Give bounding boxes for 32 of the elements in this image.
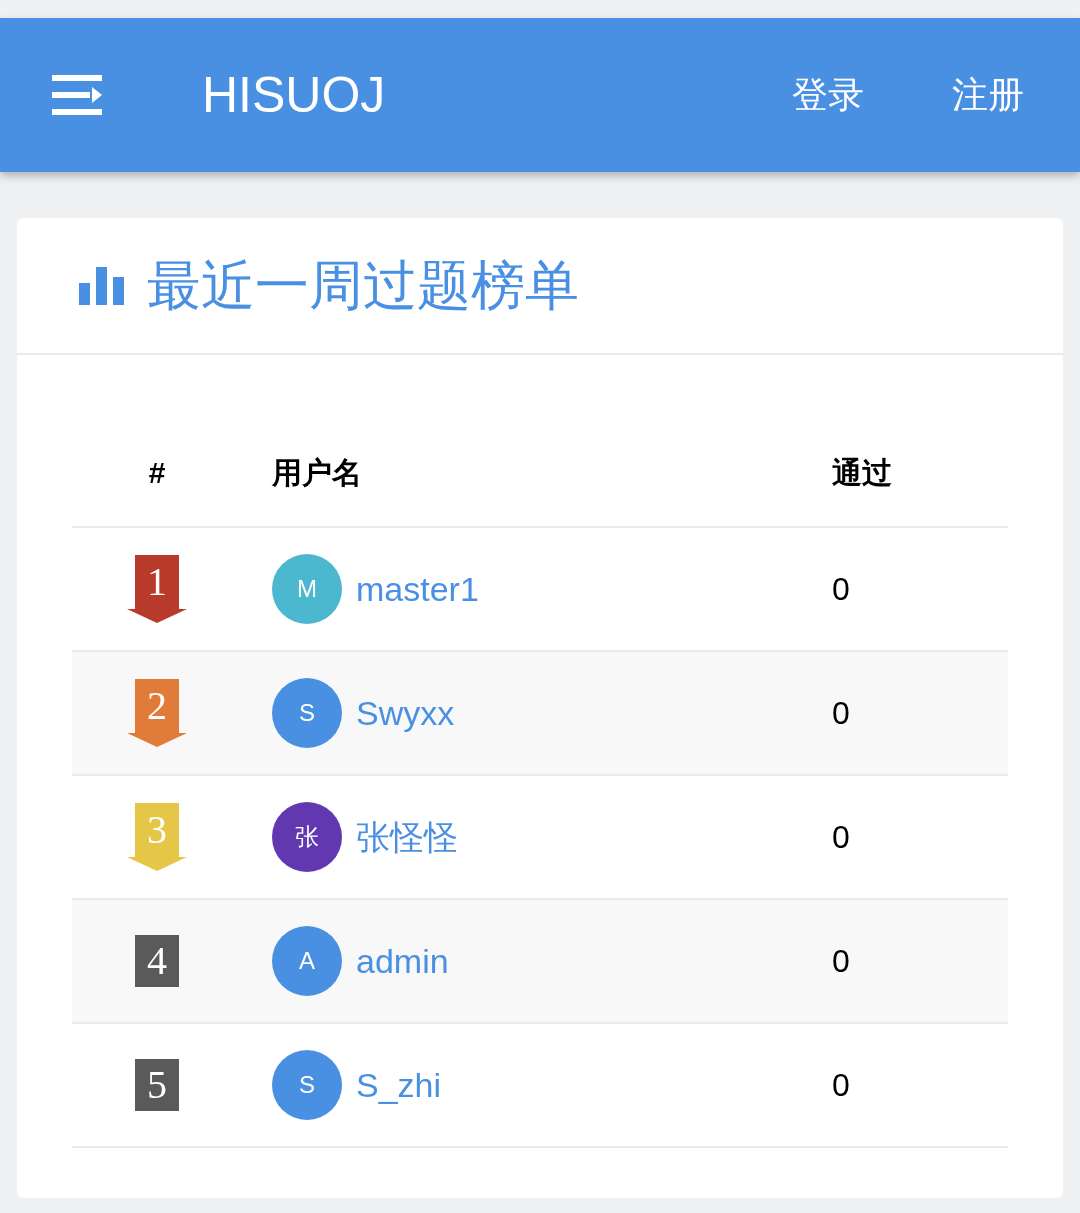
- rank-ribbon: 2: [127, 679, 187, 747]
- site-title[interactable]: HISUOJ: [202, 57, 386, 133]
- username-link[interactable]: Swyxx: [356, 687, 455, 739]
- card-title: 最近一周过题榜单: [147, 254, 579, 317]
- ribbon-tail-icon: [127, 733, 187, 747]
- username-link[interactable]: 张怪怪: [356, 811, 458, 863]
- solved-count: 0: [832, 570, 850, 609]
- ribbon-tail-icon: [127, 609, 187, 623]
- bar-chart-icon: [79, 266, 125, 305]
- username-link[interactable]: master1: [356, 563, 479, 615]
- rank-badge: 4: [135, 935, 179, 987]
- rank-ribbon: 3: [127, 803, 187, 871]
- avatar: S: [272, 1050, 342, 1120]
- nav-link[interactable]: 登录: [792, 68, 864, 122]
- solved-count: 0: [832, 694, 850, 733]
- rank-ribbon: 1: [127, 555, 187, 623]
- username-link[interactable]: admin: [356, 935, 449, 987]
- column-header: #: [148, 454, 166, 491]
- menu-icon[interactable]: [52, 73, 104, 117]
- column-header: 通过: [832, 455, 892, 489]
- column-header: 用户名: [272, 455, 362, 489]
- rank-badge: 5: [135, 1059, 179, 1111]
- solved-count: 0: [832, 942, 850, 981]
- ribbon-tail-icon: [127, 857, 187, 871]
- solved-count: 0: [832, 1066, 850, 1105]
- solved-count: 0: [832, 818, 850, 857]
- avatar: 张: [272, 802, 342, 872]
- username-link[interactable]: S_zhi: [356, 1059, 442, 1111]
- nav-link[interactable]: 注册: [952, 68, 1024, 122]
- avatar: A: [272, 926, 342, 996]
- avatar: S: [272, 678, 342, 748]
- avatar: M: [272, 554, 342, 624]
